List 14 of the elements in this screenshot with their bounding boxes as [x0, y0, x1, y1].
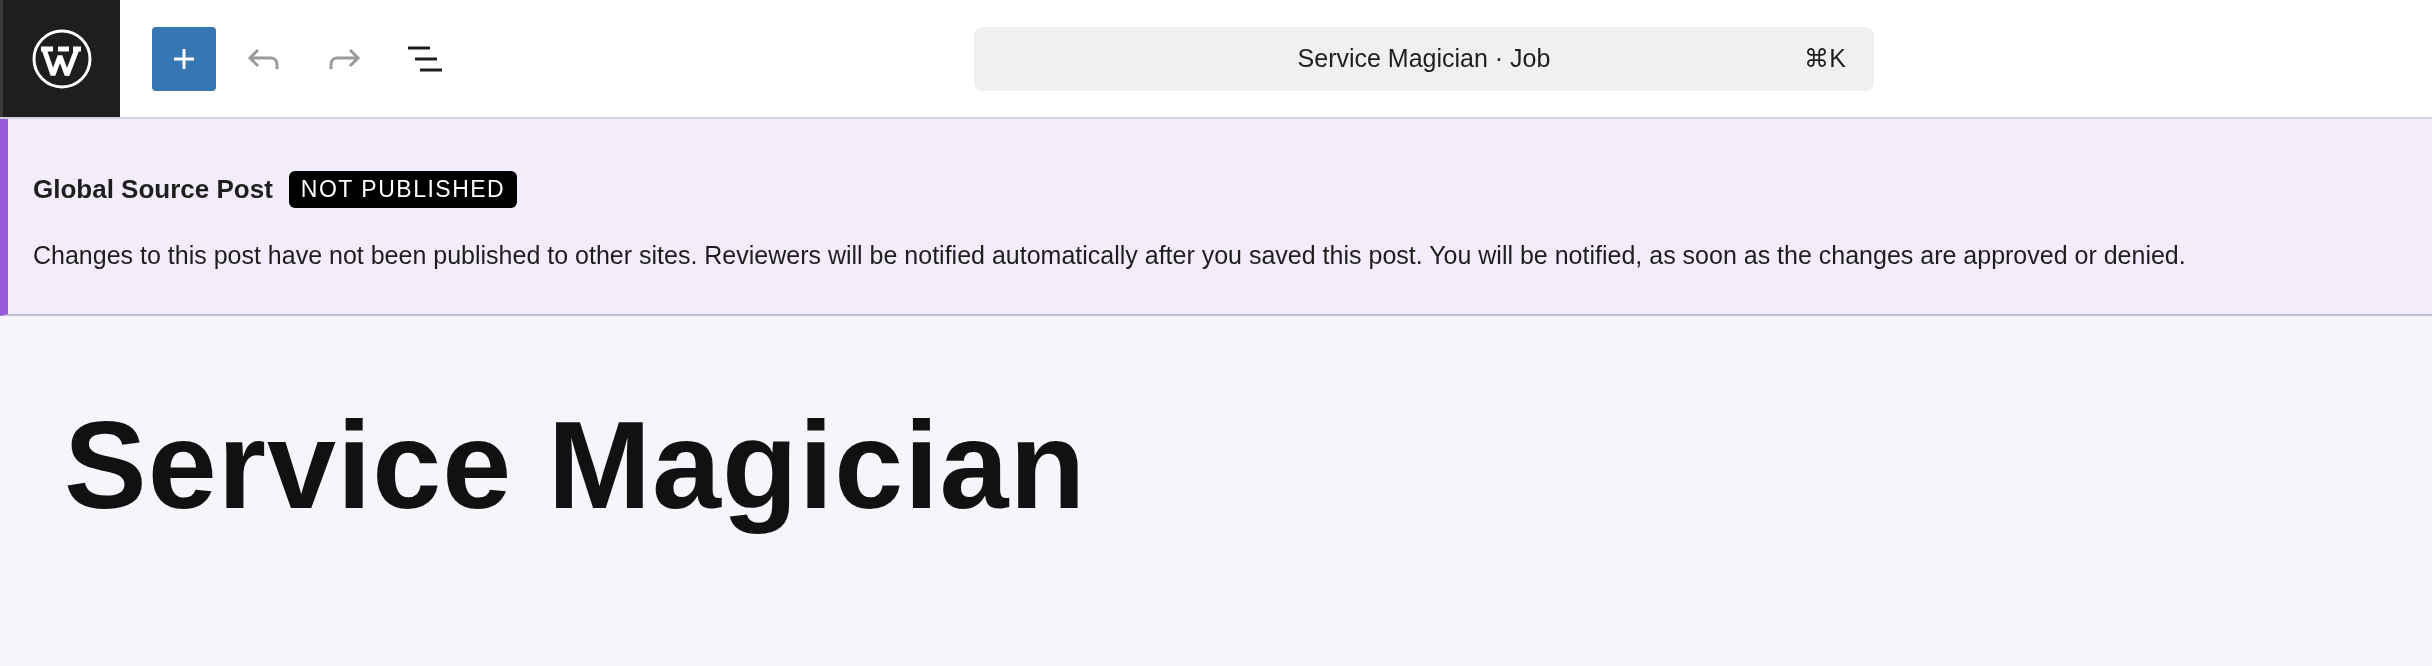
- document-title: Service Magician · Job: [1297, 44, 1551, 73]
- site-logo-button[interactable]: [0, 0, 120, 117]
- post-title: Service Magician: [64, 395, 1088, 536]
- command-bar[interactable]: Service Magician · Job ⌘K: [974, 26, 1874, 91]
- notice-message: Changes to this post have not been published to other sites. Reviewers will be notified automatically after you saved this post. You will be notified, as soon as the changes are approved or denied.: [33, 240, 2187, 271]
- redo-icon: [327, 46, 361, 71]
- notice-title: Global Source Post: [33, 174, 273, 205]
- status-badge: NOT PUBLISHED: [288, 171, 518, 208]
- list-view-icon: [406, 45, 442, 72]
- wordpress-icon: [31, 28, 92, 89]
- add-block-button[interactable]: [152, 26, 216, 91]
- keyboard-shortcut: ⌘K: [1804, 44, 1846, 73]
- undo-icon: [247, 46, 281, 71]
- plus-icon: [172, 46, 196, 71]
